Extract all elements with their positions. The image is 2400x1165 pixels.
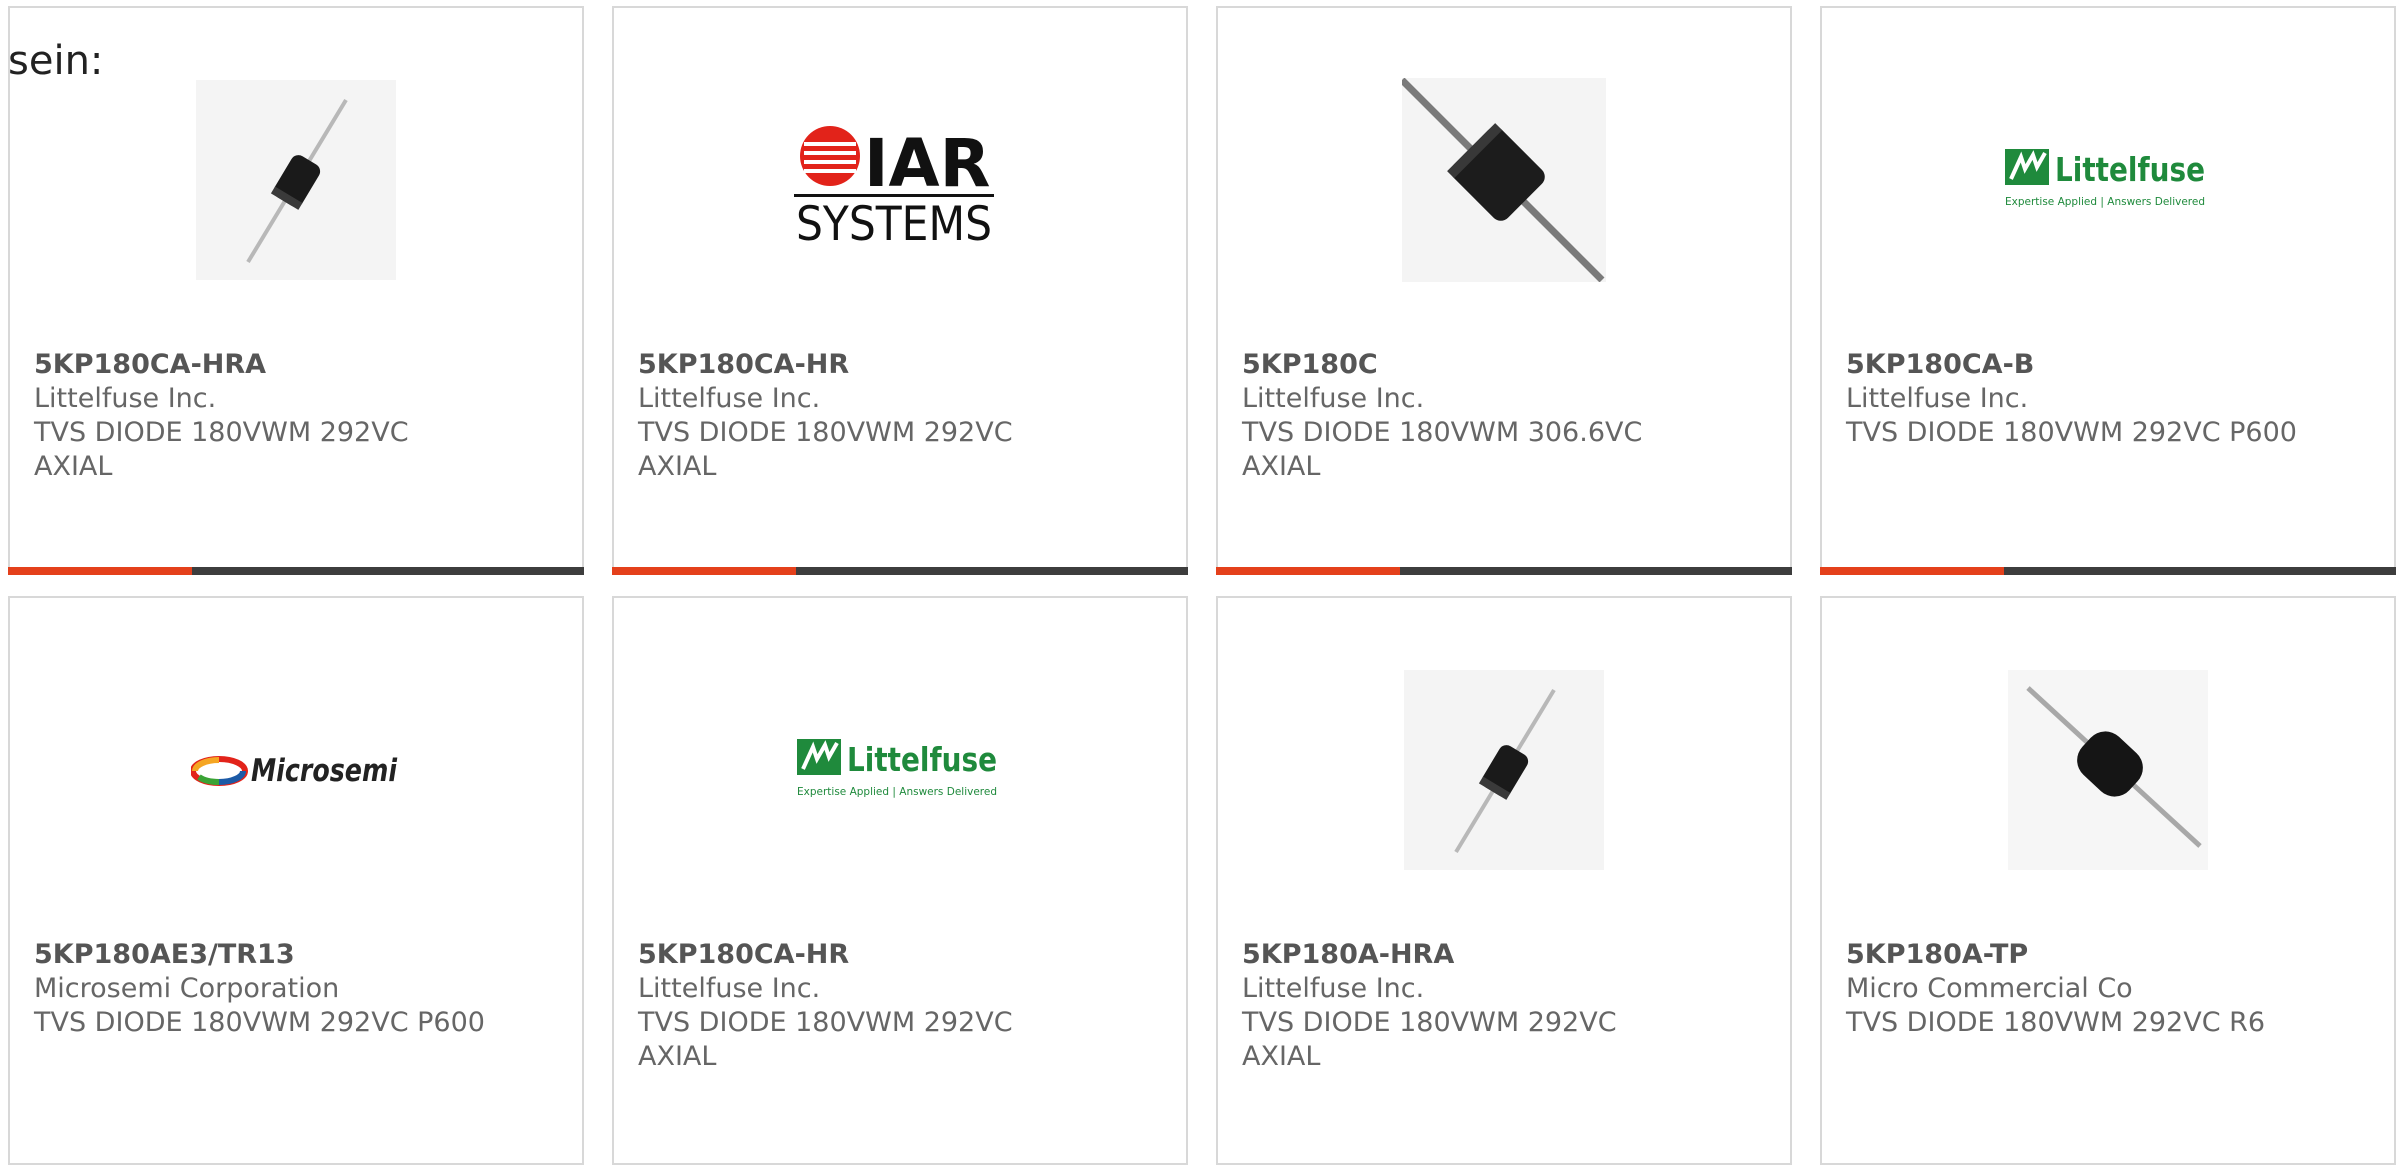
logo-tagline: Expertise Applied | Answers Delivered: [2005, 195, 2205, 208]
product-card-5kp180ca-hr-2[interactable]: Littelfuse Expertise Applied | Answers D…: [612, 596, 1188, 1165]
microsemi-logo: Microsemi: [191, 753, 397, 789]
product-card-5kp180ca-b[interactable]: Littelfuse Expertise Applied | Answers D…: [1820, 6, 2396, 575]
part-number[interactable]: 5KP180CA-B: [1846, 348, 2370, 382]
logo-word: Microsemi: [251, 753, 397, 789]
axial-diode-icon: [2008, 670, 2208, 870]
description-line: AXIAL: [638, 451, 717, 482]
product-card-5kp180c[interactable]: 5KP180C Littelfuse Inc. TVS DIODE 180VWM…: [1216, 6, 1792, 575]
description-line: TVS DIODE 180VWM 306.6VC: [1242, 417, 1643, 448]
axial-diode-icon: [1404, 670, 1604, 870]
product-card-5kp180ca-hr[interactable]: IAR SYSTEMS 5KP180CA-HR Littelfuse Inc. …: [612, 6, 1188, 575]
part-number[interactable]: 5KP180CA-HR: [638, 348, 1162, 382]
product-image[interactable]: [10, 70, 582, 290]
logo-word: IAR: [864, 125, 990, 202]
product-card-5kp180ca-hra[interactable]: 5KP180CA-HRA Littelfuse Inc. TVS DIODE 1…: [8, 6, 584, 575]
description-line: AXIAL: [638, 1041, 717, 1072]
description-line: TVS DIODE 180VWM 292VC: [34, 417, 409, 448]
product-image[interactable]: Littelfuse Expertise Applied | Answers D…: [1822, 70, 2394, 290]
card-progress-accent: [8, 567, 192, 575]
description-line: TVS DIODE 180VWM 292VC P600: [1846, 417, 2297, 448]
description-line: AXIAL: [1242, 451, 1321, 482]
manufacturer: Micro Commercial Co: [1846, 973, 2133, 1004]
littelfuse-logo: Littelfuse Expertise Applied | Answers D…: [2005, 149, 2205, 208]
logo-tagline: Expertise Applied | Answers Delivered: [797, 785, 997, 798]
manufacturer: Littelfuse Inc.: [34, 383, 217, 414]
part-number[interactable]: 5KP180C: [1242, 348, 1766, 382]
product-image[interactable]: [1218, 70, 1790, 290]
iar-systems-logo: IAR SYSTEMS: [794, 125, 994, 250]
product-image[interactable]: IAR SYSTEMS: [614, 70, 1186, 290]
logo-word: Littelfuse: [2055, 150, 2205, 189]
card-progress-bar: [612, 567, 1188, 575]
part-number[interactable]: 5KP180AE3/TR13: [34, 938, 558, 972]
manufacturer: Littelfuse Inc.: [638, 383, 821, 414]
part-number[interactable]: 5KP180CA-HR: [638, 938, 1162, 972]
part-number[interactable]: 5KP180A-TP: [1846, 938, 2370, 972]
product-card-5kp180a-tp[interactable]: 5KP180A-TP Micro Commercial Co TVS DIODE…: [1820, 596, 2396, 1165]
card-progress-accent: [1820, 567, 2004, 575]
description-line: TVS DIODE 180VWM 292VC: [638, 417, 1013, 448]
axial-diode-icon: [196, 80, 396, 280]
product-image[interactable]: Microsemi: [10, 660, 582, 880]
description-line: TVS DIODE 180VWM 292VC P600: [34, 1007, 485, 1038]
manufacturer: Littelfuse Inc.: [1242, 973, 1425, 1004]
manufacturer: Littelfuse Inc.: [638, 973, 821, 1004]
manufacturer: Littelfuse Inc.: [1846, 383, 2029, 414]
product-image[interactable]: [1218, 660, 1790, 880]
logo-word: SYSTEMS: [796, 197, 992, 250]
card-progress-bar: [1216, 567, 1792, 575]
product-card-5kp180a-hra[interactable]: 5KP180A-HRA Littelfuse Inc. TVS DIODE 18…: [1216, 596, 1792, 1165]
logo-word: Littelfuse: [847, 740, 997, 779]
manufacturer: Microsemi Corporation: [34, 973, 340, 1004]
description-line: TVS DIODE 180VWM 292VC: [1242, 1007, 1617, 1038]
description-line: TVS DIODE 180VWM 292VC R6: [1846, 1007, 2266, 1038]
littelfuse-logo: Littelfuse Expertise Applied | Answers D…: [797, 739, 997, 798]
product-card-5kp180ae3-tr13[interactable]: Microsemi 5KP180AE3/TR13 Microsemi Corpo…: [8, 596, 584, 1165]
axial-diode-icon: [1402, 78, 1606, 282]
card-progress-bar: [8, 567, 584, 575]
product-image[interactable]: Littelfuse Expertise Applied | Answers D…: [614, 660, 1186, 880]
card-progress-bar: [1820, 567, 2396, 575]
part-number[interactable]: 5KP180A-HRA: [1242, 938, 1766, 972]
description-line: TVS DIODE 180VWM 292VC: [638, 1007, 1013, 1038]
card-progress-accent: [1216, 567, 1400, 575]
card-progress-accent: [612, 567, 796, 575]
product-image[interactable]: [1822, 660, 2394, 880]
manufacturer: Littelfuse Inc.: [1242, 383, 1425, 414]
description-line: AXIAL: [34, 451, 113, 482]
description-line: AXIAL: [1242, 1041, 1321, 1072]
part-number[interactable]: 5KP180CA-HRA: [34, 348, 558, 382]
intro-text: sein:: [8, 38, 104, 84]
